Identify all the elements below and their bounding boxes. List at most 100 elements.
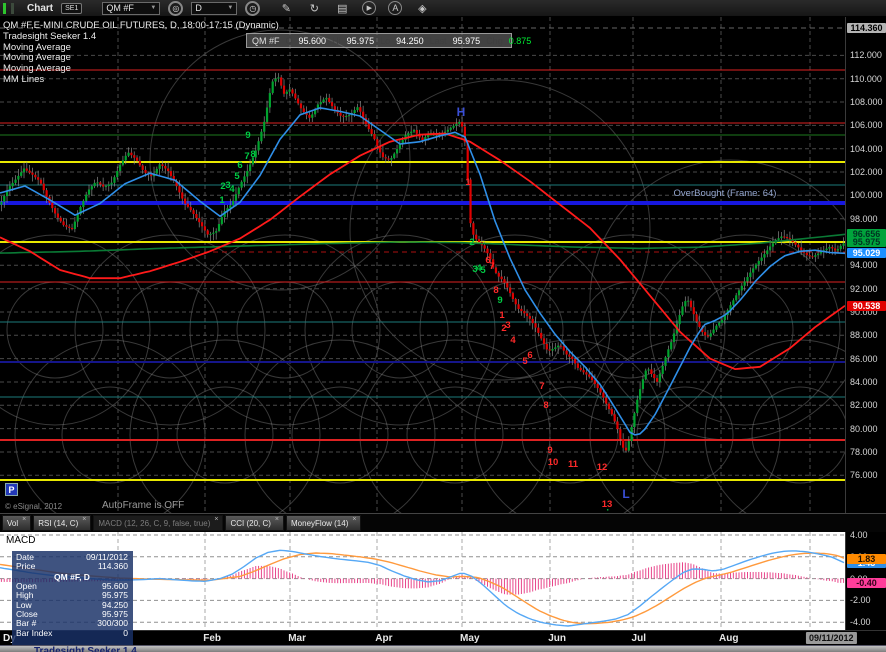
price-tick-label: 88.000	[850, 330, 878, 341]
month-label-may: May	[460, 633, 480, 644]
quote-field-value: 94.250	[396, 35, 424, 46]
symbol-value: QM #F	[106, 3, 134, 13]
price-tick-label: 92.000	[850, 283, 878, 294]
annotation-1: 1	[219, 195, 225, 206]
month-label-jun: Jun	[548, 633, 567, 644]
month-label-apr: Apr	[375, 633, 393, 644]
annotation-9: 9	[245, 130, 250, 141]
quote-icon[interactable]: ▤	[334, 0, 350, 16]
window-title: Chart	[27, 2, 54, 14]
month-label-jul: Jul	[631, 633, 647, 644]
chart-window: Chart SE1 QM #F ▼ ◎ D ▼ ◷ ✎ ↻ ▤ ▶ A ◈ H 1…	[0, 0, 886, 652]
tab-cci[interactable]: CCI (20, C) ×	[225, 515, 285, 531]
annotation-·: ·	[606, 505, 609, 513]
quote-field-label: Hi	[332, 35, 341, 46]
annotation-9: 9	[547, 445, 552, 456]
annotation-3: 3	[505, 320, 510, 331]
refresh-icon[interactable]: ↻	[306, 0, 322, 16]
moving-average-red[interactable]	[0, 132, 845, 371]
pencil-icon[interactable]: ✎	[278, 0, 294, 16]
price-tick-label: 106.000	[850, 120, 883, 131]
annotation-4: 4	[229, 184, 235, 195]
annotation-8: 8	[250, 149, 255, 160]
moving-average-green[interactable]	[0, 233, 845, 254]
price-tick-label: 84.000	[850, 376, 878, 387]
tab-close-icon[interactable]: ×	[82, 516, 86, 524]
month-label-aug: Aug	[719, 633, 739, 644]
tooltip-key: Price	[16, 561, 36, 572]
quote-symbol: QM #F	[252, 35, 280, 46]
quote-field-value: 95.600	[298, 35, 327, 46]
tab-label: RSI (14, C)	[38, 518, 79, 528]
mm-circle	[474, 339, 666, 513]
annotation-7: 7	[244, 151, 249, 162]
quote-bar[interactable]: QM #F O 95.600 Hi 95.975 Lo 94.250 Last 95.975 Ch…	[246, 33, 531, 48]
tab-close-icon[interactable]: ×	[22, 516, 26, 524]
interval-clock-icon[interactable]: ◷	[245, 0, 261, 16]
tab-label: Vol	[7, 518, 19, 528]
quote-field-value: 95.975	[452, 35, 481, 46]
tab-macd[interactable]: MACD (12, 26, C, 9, false, true) ×	[93, 515, 224, 531]
price-marker-90.538: 90.538	[847, 300, 886, 311]
quote-field-label: Lo	[380, 35, 391, 46]
crosshair-date-label: 09/11/2012	[805, 632, 857, 644]
symbol-dropdown[interactable]: QM #F ▼	[102, 1, 161, 15]
tooltip-value: 114.360	[97, 561, 128, 572]
price-tick-label: 98.000	[850, 213, 878, 224]
mm-circle	[129, 339, 321, 513]
tooltip-value: 0	[123, 627, 128, 638]
annotation-4: 4	[510, 335, 516, 346]
tab-close-icon[interactable]: ×	[214, 516, 218, 524]
chevron-down-icon: ▼	[150, 5, 157, 11]
price-tick-label: 94.000	[850, 260, 878, 271]
tab-moneyflow[interactable]: MoneyFlow (14) ×	[286, 515, 362, 531]
annotation-6: 6	[527, 350, 532, 361]
quote-field-label: Chg	[486, 35, 503, 46]
legend-line-4[interactable]: Moving Average	[3, 63, 279, 75]
data-window-tooltip: Date 09/11/2012 Price 114.360 QM #F, D Open 95…	[12, 551, 133, 645]
symbol-lookup-icon[interactable]: ◎	[168, 0, 184, 16]
annotation-10: 10	[548, 457, 559, 468]
price-tick-label: 110.000	[850, 73, 882, 84]
page-marker-badge[interactable]: P	[5, 483, 18, 496]
play-icon[interactable]: ▶	[362, 1, 377, 15]
mm-circle	[14, 339, 206, 513]
indicator-tab-bar: Vol × RSI (14, C) × MACD (12, 26, C, 9, fals…	[0, 513, 886, 532]
annotation-1: 1	[465, 177, 471, 188]
tab-close-icon[interactable]: ×	[352, 516, 356, 524]
macd-axis[interactable]: 4.002.000.00-2.00-4.001.431.83-0.40	[845, 530, 886, 630]
tab-rsi[interactable]: RSI (14, C) ×	[33, 515, 92, 531]
price-axis[interactable]: 112.000 110.000 108.000 106.000 104.000 102.0…	[845, 17, 886, 513]
macd-marker--0.40: -0.40	[847, 577, 886, 588]
legend-line-5[interactable]: MM Lines	[3, 74, 279, 86]
candlestick-chart[interactable]: H12345678912345678910 11 1213·L12 34567 89	[0, 17, 845, 513]
annotation-12: 12	[597, 462, 608, 473]
eraser-icon[interactable]: ◈	[414, 0, 430, 16]
overbought-label: OverBought (Frame: 64)	[673, 188, 777, 199]
mm-circle	[291, 386, 389, 484]
price-tick-label: 86.000	[850, 353, 878, 364]
mm-circle	[236, 281, 334, 379]
legend-line-1[interactable]: Tradesight Seeker 1.4	[3, 31, 279, 43]
mm-circle	[351, 281, 449, 379]
price-tick-label: 102.000	[850, 167, 883, 177]
mm-circle	[61, 386, 159, 484]
interval-dropdown[interactable]: D ▼	[191, 1, 238, 15]
price-chart-pane[interactable]: H 1 2 3 4 5 6 7 8 9 1 2 3 4 5 6 7 8 9 10 11 12 13 · L 1 2 3 4 5 6 7 8 9 Q…	[0, 17, 845, 513]
next-pane-strip[interactable]: Tradesight Seeker 1.4	[0, 645, 886, 652]
crosshair-price-label: 114.360	[847, 22, 886, 33]
status-led-green	[3, 2, 6, 14]
tab-label: CCI (20, C)	[230, 518, 271, 528]
tab-close-icon[interactable]: ×	[275, 516, 279, 524]
auto-icon[interactable]: A	[388, 1, 403, 15]
mm-circle	[176, 386, 274, 484]
price-tick-label: 104.000	[850, 143, 883, 154]
status-led-dim	[11, 2, 14, 14]
macd-tick-label: -2.00	[850, 595, 871, 606]
annotation-9: 9	[497, 295, 502, 306]
interval-value: D	[195, 3, 202, 13]
mm-circle	[581, 281, 679, 379]
tab-vol[interactable]: Vol ×	[2, 515, 32, 531]
price-tick-label: 80.000	[850, 423, 878, 434]
price-tick-label: 100.000	[850, 190, 883, 201]
